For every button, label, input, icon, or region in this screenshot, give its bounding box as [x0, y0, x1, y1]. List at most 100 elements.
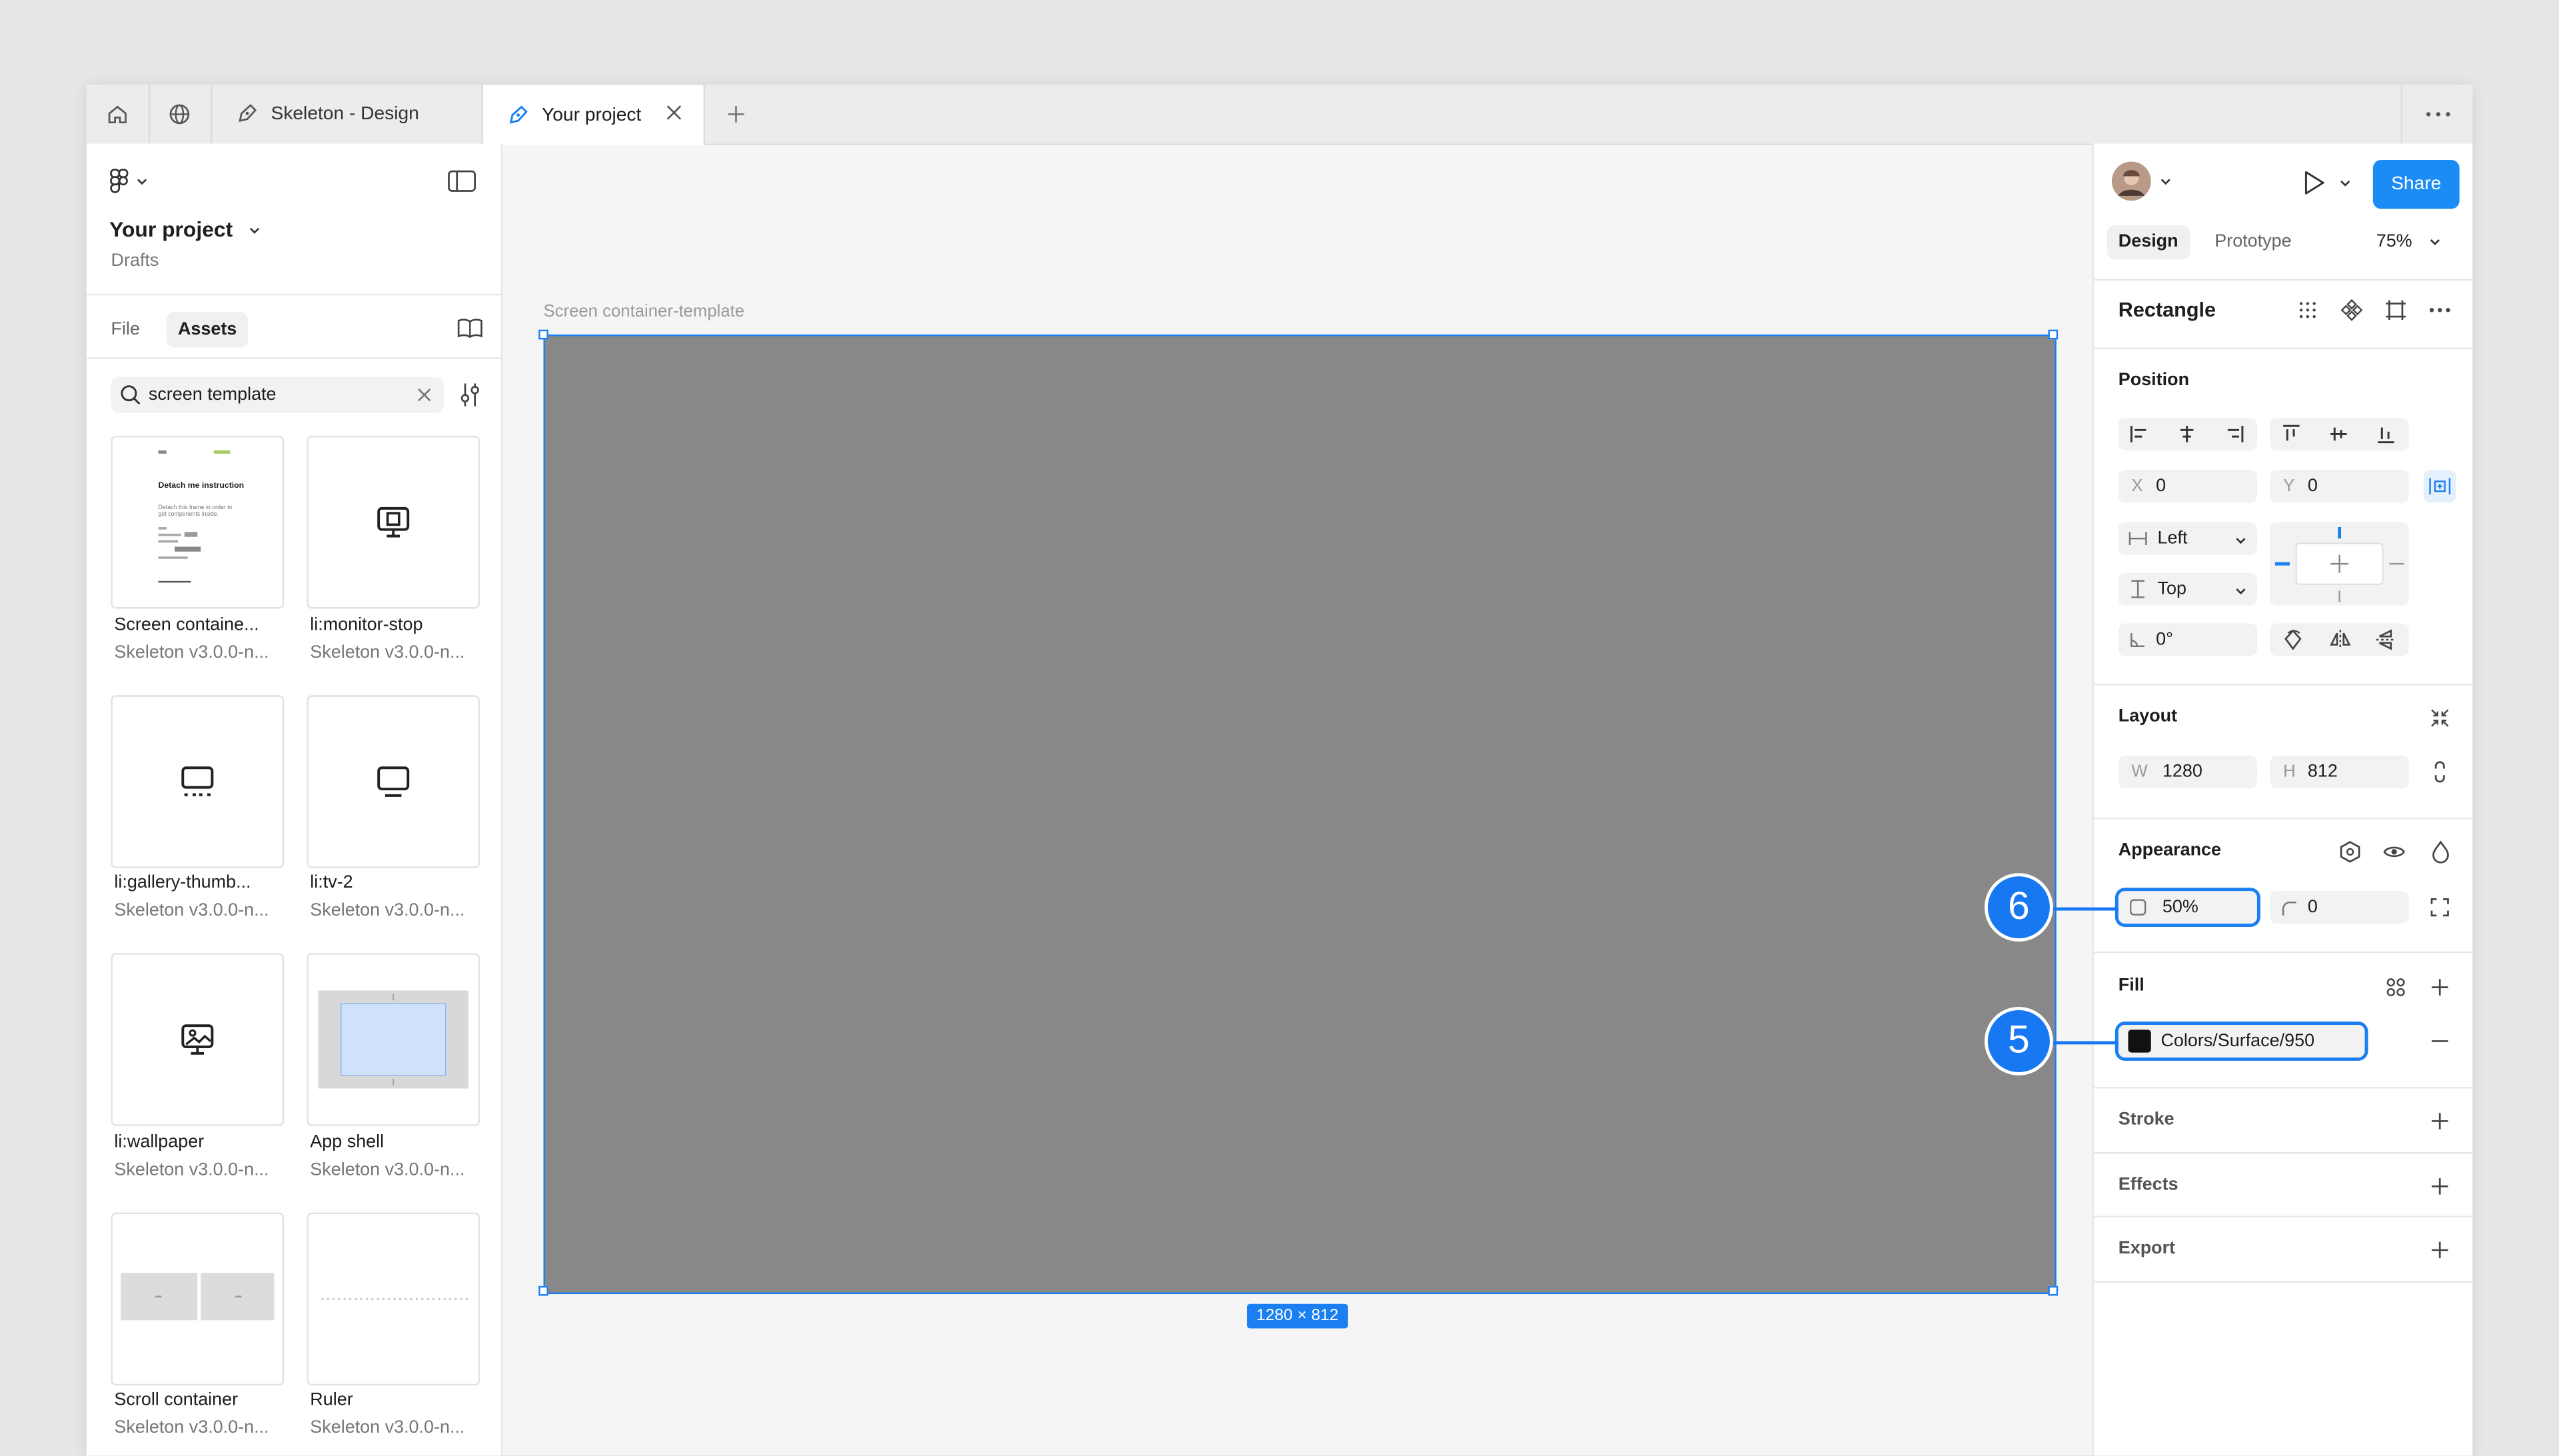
frame-label[interactable]: Screen container-template [544, 302, 745, 321]
plus-icon [728, 106, 744, 123]
dimension-badge: 1280 × 812 [1247, 1303, 1348, 1329]
align-center-horizontal-icon[interactable] [2177, 424, 2196, 444]
fill-color-swatch[interactable] [2128, 1030, 2151, 1053]
user-menu[interactable] [2111, 161, 2172, 201]
minus-icon [2431, 1040, 2448, 1042]
selected-rectangle[interactable] [543, 335, 2057, 1295]
asset-search[interactable]: screen template [111, 376, 444, 413]
vertical-constraint-icon [2131, 580, 2144, 598]
add-export-button[interactable] [2424, 1233, 2456, 1266]
resize-handle-bottom-left[interactable] [538, 1285, 548, 1296]
add-stroke-button[interactable] [2424, 1105, 2456, 1137]
asset-card-screen-container[interactable]: Detach me instruction Detach this frame … [111, 435, 285, 609]
present-button[interactable] [2303, 170, 2352, 196]
horizontal-constraint-select[interactable]: Left [2118, 522, 2257, 555]
constrain-proportions-button[interactable] [2424, 756, 2456, 788]
asset-card-monitor-stop[interactable] [307, 435, 480, 609]
tab-file[interactable]: File [99, 312, 151, 348]
layer-more-button[interactable] [2424, 294, 2456, 327]
visibility-button[interactable] [2378, 836, 2410, 868]
add-effect-button[interactable] [2424, 1170, 2456, 1203]
rotate-icon[interactable] [2282, 628, 2304, 651]
flip-vertical-icon[interactable] [2374, 628, 2397, 651]
resize-handle-top-right[interactable] [2048, 329, 2059, 340]
flip-horizontal-icon[interactable] [2329, 628, 2352, 651]
fill-style-field[interactable]: Colors/Surface/950 [2118, 1024, 2365, 1058]
new-tab-button[interactable] [703, 85, 768, 144]
asset-card-app-shell[interactable] [307, 953, 480, 1126]
y-value: 0 [2307, 476, 2318, 496]
styles-icon [2386, 978, 2405, 997]
plus-icon [2431, 979, 2448, 996]
x-position-field[interactable]: X 0 [2118, 470, 2257, 503]
section-layout-title: Layout [2118, 706, 2178, 726]
section-fill-title: Fill [2118, 976, 2144, 996]
library-button[interactable] [457, 317, 483, 348]
tab-assets[interactable]: Assets [166, 311, 249, 348]
align-bottom-icon[interactable] [2376, 424, 2396, 444]
height-field[interactable]: H 812 [2270, 755, 2409, 788]
asset-card-ruler[interactable] [307, 1212, 480, 1386]
home-button[interactable] [87, 85, 151, 144]
y-label: Y [2283, 476, 2295, 496]
align-top-icon[interactable] [2282, 424, 2301, 444]
zoom-dropdown[interactable]: 75% [2376, 232, 2442, 251]
component-button[interactable] [2335, 294, 2368, 327]
align-vertical-group [2270, 417, 2409, 450]
clear-search-icon[interactable] [416, 386, 432, 402]
vertical-constraint-select[interactable]: Top [2118, 572, 2257, 606]
align-left-icon[interactable] [2130, 424, 2149, 444]
filter-button[interactable] [458, 382, 481, 416]
remove-fill-button[interactable] [2424, 1025, 2456, 1058]
app-window: Skeleton - Design Your project Your proj… [86, 85, 2473, 1456]
asset-card-scroll-container[interactable] [111, 1212, 285, 1386]
tab-design[interactable]: Design [2107, 225, 2190, 260]
transform-group [2270, 623, 2409, 656]
window-menu-button[interactable] [2400, 85, 2472, 144]
variable-mode-button[interactable] [2334, 836, 2366, 868]
align-center-vertical-icon[interactable] [2329, 424, 2348, 444]
tab-skeleton-design[interactable]: Skeleton - Design [212, 85, 481, 143]
asset-name: Screen containe... [114, 615, 259, 635]
corner-radius-field[interactable]: 0 [2270, 891, 2409, 924]
properties-panel: Share Design Prototype 75% Rectangle Pos… [2092, 143, 2473, 1456]
blend-mode-button[interactable] [2424, 836, 2456, 868]
project-title[interactable]: Your project [109, 217, 261, 241]
x-value: 0 [2156, 476, 2166, 496]
tab-label: Your project [542, 105, 642, 125]
frame-selection-button[interactable] [2380, 294, 2412, 327]
asset-card-tv-2[interactable] [307, 695, 480, 868]
rotation-field[interactable]: 0° [2118, 623, 2257, 656]
asset-card-gallery-thumbnails[interactable] [111, 695, 285, 868]
add-fill-button[interactable] [2424, 971, 2456, 1004]
collapse-icon [2431, 709, 2449, 727]
constraints-widget[interactable] [2270, 522, 2409, 606]
width-field[interactable]: W 1280 [2118, 755, 2257, 788]
grid-icon-button[interactable] [2291, 294, 2324, 327]
collapse-layout-button[interactable] [2424, 702, 2456, 734]
opacity-field[interactable]: 50% [2118, 891, 2257, 924]
section-appearance-title: Appearance [2118, 840, 2222, 860]
toggle-sidebar-button[interactable] [447, 170, 476, 201]
community-button[interactable] [149, 85, 213, 144]
search-input[interactable]: screen template [149, 385, 277, 404]
asset-source: Skeleton v3.0.0-n... [310, 1418, 465, 1438]
close-tab-icon[interactable] [664, 103, 684, 127]
book-open-icon [457, 319, 482, 339]
tv-icon [377, 766, 410, 797]
asset-card-wallpaper[interactable] [111, 953, 285, 1126]
independent-corners-button[interactable] [2424, 891, 2456, 924]
tab-your-project[interactable]: Your project [482, 85, 704, 145]
resize-handle-top-left[interactable] [538, 329, 548, 340]
auto-layout-position-button[interactable] [2423, 470, 2456, 503]
resize-handle-bottom-right[interactable] [2048, 1285, 2059, 1296]
fill-styles-button[interactable] [2380, 971, 2412, 1004]
share-button[interactable]: Share [2372, 160, 2460, 209]
align-right-icon[interactable] [2224, 424, 2244, 444]
chevron-down-icon [2236, 538, 2246, 544]
align-horizontal-group [2118, 417, 2257, 450]
main-menu-button[interactable] [109, 168, 149, 194]
y-position-field[interactable]: Y 0 [2270, 470, 2409, 503]
sidebar-icon [448, 170, 476, 192]
tab-prototype[interactable]: Prototype [2203, 225, 2303, 259]
